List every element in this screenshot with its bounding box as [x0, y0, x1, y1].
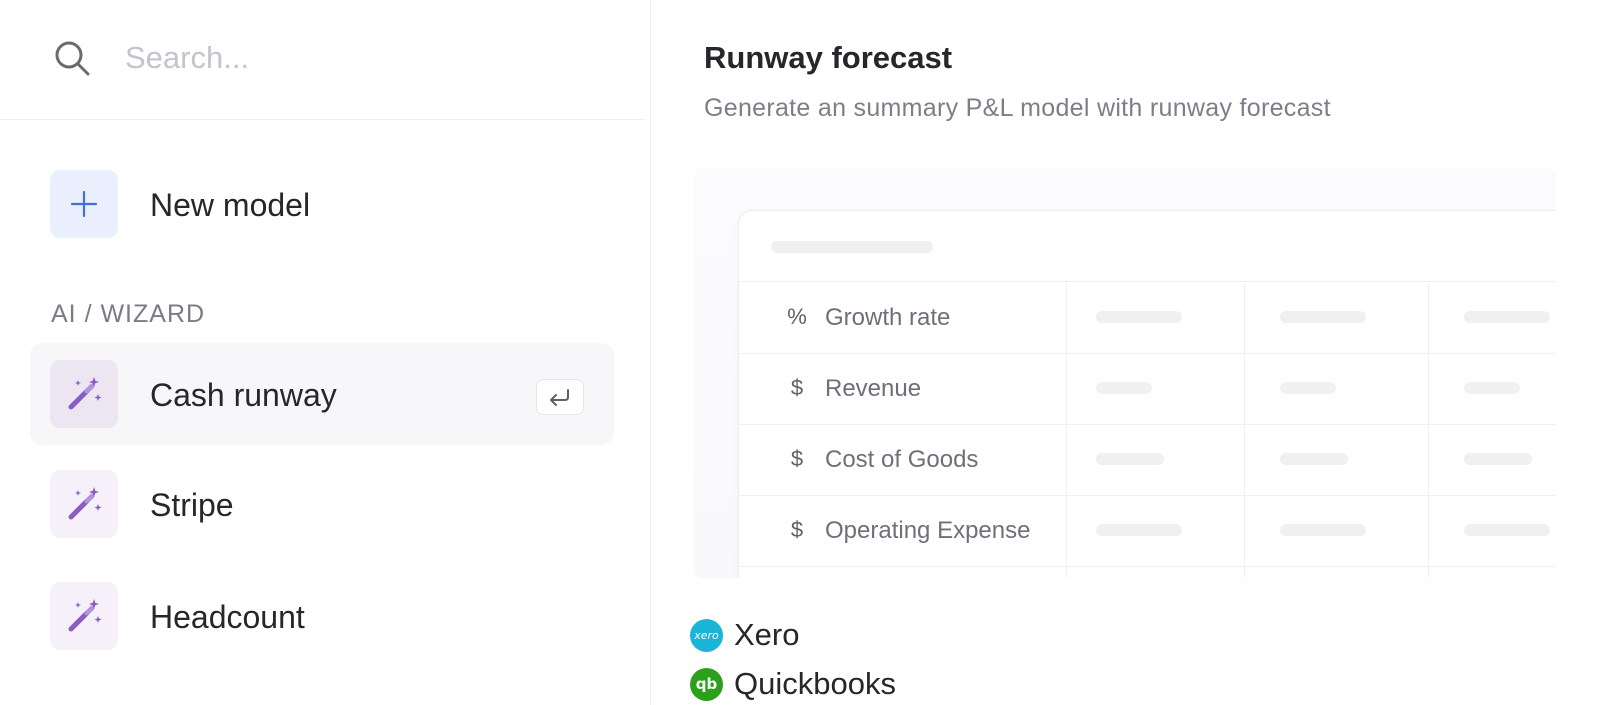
placeholder-bar: [1096, 382, 1152, 394]
plus-icon: [70, 190, 98, 218]
wizard-item-cash-runway[interactable]: Cash runway: [30, 343, 614, 445]
wizard-item-tile: [50, 360, 118, 428]
percent-icon: %: [787, 304, 807, 329]
wizard-item-label: Stripe: [150, 487, 234, 523]
preview-table-card: % Growth rate $ Revenue $ Cost of Goods: [738, 210, 1556, 578]
placeholder-bar: [1096, 311, 1182, 323]
preview-table-row: $ Cost of Goods: [739, 424, 1556, 496]
integration-xero: xero Xero: [690, 617, 799, 653]
search-bar: [0, 0, 645, 120]
wizard-item-stripe[interactable]: Stripe: [30, 453, 614, 555]
row-label: Cost of Goods: [825, 446, 979, 473]
preview-table-row: % Growth rate: [739, 282, 1556, 354]
placeholder-bar: [1096, 524, 1182, 536]
placeholder-bar: [1464, 524, 1550, 536]
placeholder-bar: [1280, 311, 1366, 323]
placeholder-bar: [1464, 453, 1532, 465]
row-label: Revenue: [825, 375, 922, 402]
dollar-icon: $: [790, 375, 804, 400]
placeholder-bar: [1280, 453, 1348, 465]
detail-title: Runway forecast: [704, 40, 953, 75]
placeholder-bar: [1280, 382, 1336, 394]
row-label: Growth rate: [825, 304, 951, 331]
dollar-icon: $: [790, 517, 804, 542]
search-input[interactable]: [123, 34, 607, 82]
new-model-item[interactable]: New model: [30, 153, 614, 255]
section-title-ai-wizard: AI / WIZARD: [51, 300, 206, 328]
quickbooks-logo-icon: qb: [690, 667, 723, 701]
command-list-pane: New model AI / WIZARD Cash runway: [0, 0, 651, 705]
new-model-label: New model: [150, 187, 311, 223]
app-window: New model AI / WIZARD Cash runway: [0, 0, 1600, 705]
integration-name: Quickbooks: [734, 666, 896, 701]
wizard-item-headcount[interactable]: Headcount: [30, 565, 614, 667]
model-preview: % Growth rate $ Revenue $ Cost of Goods: [694, 168, 1556, 578]
preview-table-row: $ Revenue: [739, 353, 1556, 425]
enter-key-hint: [536, 379, 584, 415]
row-label: Operating Expense: [825, 517, 1031, 544]
new-model-tile: [50, 170, 118, 238]
dollar-icon: $: [790, 446, 804, 471]
placeholder-bar: [1464, 311, 1550, 323]
enter-key-icon: [550, 389, 569, 406]
magic-wand-icon: [68, 377, 102, 410]
placeholder-bar: [1464, 382, 1520, 394]
wizard-item-label: Cash runway: [150, 377, 337, 413]
placeholder-bar: [1096, 453, 1164, 465]
magic-wand-icon: [68, 599, 102, 632]
integration-quickbooks: qb Quickbooks: [690, 666, 896, 702]
wizard-item-label: Headcount: [150, 599, 305, 635]
placeholder-bar: [771, 241, 933, 253]
wizard-item-tile: [50, 582, 118, 650]
detail-description: Generate an summary P&L model with runwa…: [704, 94, 1331, 122]
detail-pane: Runway forecast Generate an summary P&L …: [651, 0, 1600, 705]
integration-name: Xero: [734, 617, 800, 652]
search-icon: [55, 41, 90, 76]
wizard-item-tile: [50, 470, 118, 538]
preview-table-header: [739, 211, 1556, 282]
magic-wand-icon: [68, 487, 102, 520]
xero-logo-icon: xero: [690, 618, 723, 652]
placeholder-bar: [1280, 524, 1366, 536]
preview-table-row: $ Operating Expense: [739, 495, 1556, 567]
